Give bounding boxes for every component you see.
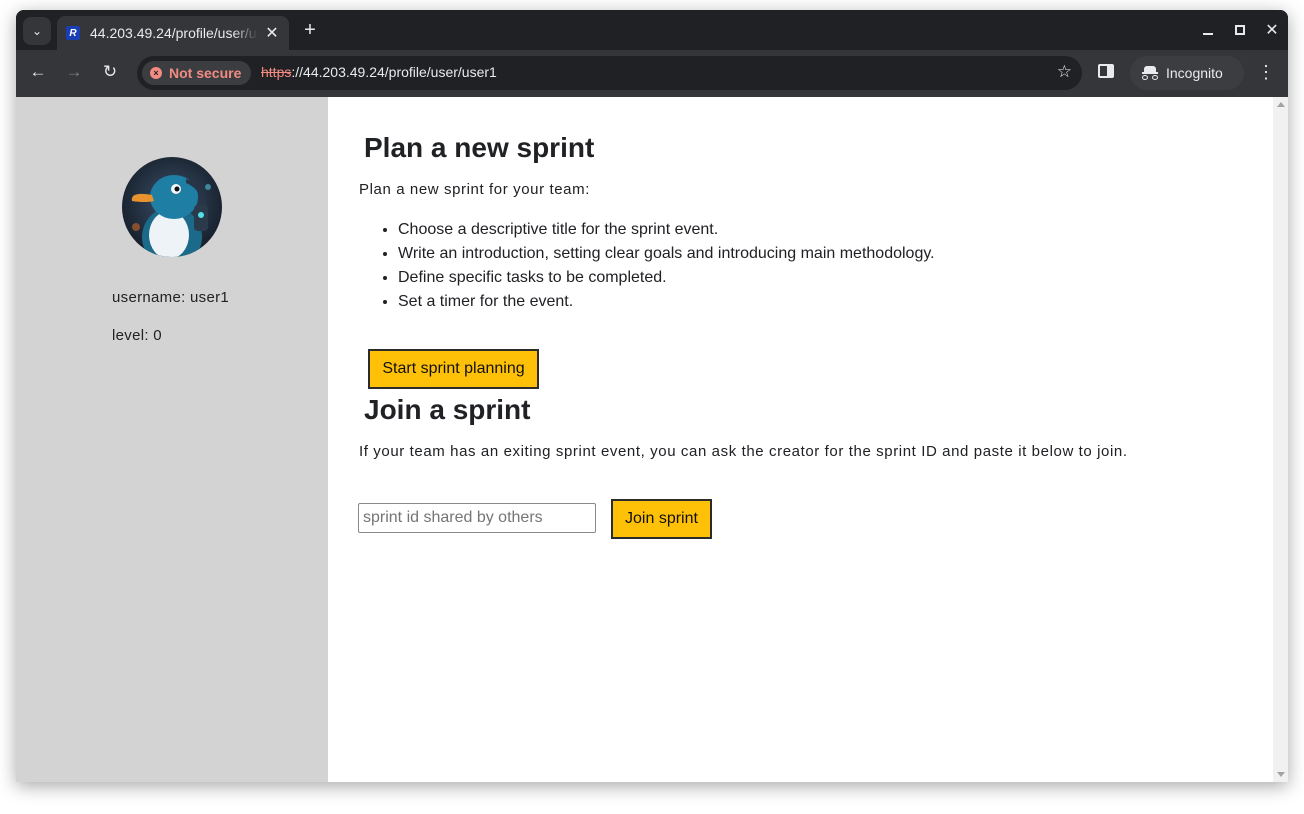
url-text[interactable]: https://44.203.49.24/profile/user/user1 bbox=[261, 64, 497, 80]
security-chip-label: Not secure bbox=[169, 65, 242, 81]
level-text: level: 0 bbox=[112, 327, 162, 344]
list-item: Set a timer for the event. bbox=[398, 290, 935, 314]
join-sprint-heading: Join a sprint bbox=[364, 394, 531, 425]
more-vert-icon: ⋮ bbox=[1257, 61, 1275, 82]
arrow-left-icon: ← bbox=[29, 62, 47, 81]
penguin-avatar-icon bbox=[122, 157, 222, 257]
vertical-scrollbar[interactable] bbox=[1273, 97, 1288, 782]
tab-search-button[interactable]: ⌄ bbox=[23, 17, 51, 45]
join-sprint-button[interactable]: Join sprint bbox=[611, 499, 712, 539]
new-tab-button[interactable]: + bbox=[298, 18, 322, 42]
close-tab-icon[interactable]: ✕ bbox=[263, 24, 281, 42]
plan-steps-list: Choose a descriptive title for the sprin… bbox=[398, 218, 935, 314]
forward-button[interactable]: → bbox=[62, 60, 86, 84]
maximize-button[interactable] bbox=[1228, 18, 1252, 42]
main-content: Plan a new sprint Plan a new sprint for … bbox=[358, 97, 1258, 782]
reload-icon: ↻ bbox=[102, 62, 118, 81]
browser-window: ⌄ R 44.203.49.24/profile/user/user1 ✕ + … bbox=[16, 10, 1288, 782]
tab-strip: ⌄ R 44.203.49.24/profile/user/user1 ✕ + … bbox=[16, 10, 1288, 50]
close-window-button[interactable]: ✕ bbox=[1260, 18, 1284, 42]
start-sprint-planning-button[interactable]: Start sprint planning bbox=[368, 349, 539, 389]
tab-title: 44.203.49.24/profile/user/user1 bbox=[90, 25, 258, 41]
browser-menu-button[interactable]: ⋮ bbox=[1256, 60, 1276, 84]
list-item: Choose a descriptive title for the sprin… bbox=[398, 218, 935, 242]
active-tab[interactable]: R 44.203.49.24/profile/user/user1 ✕ bbox=[57, 16, 289, 50]
scroll-down-arrow-icon[interactable] bbox=[1277, 772, 1285, 777]
sprint-id-input[interactable] bbox=[358, 503, 596, 533]
chevron-down-icon: ⌄ bbox=[31, 24, 43, 38]
maximize-icon bbox=[1235, 25, 1245, 35]
bookmark-star-icon[interactable]: ☆ bbox=[1057, 62, 1072, 82]
site-favicon-icon: R bbox=[66, 26, 80, 40]
reload-button[interactable]: ↻ bbox=[98, 60, 122, 84]
join-sprint-description: If your team has an exiting sprint event… bbox=[359, 443, 1128, 460]
side-panel-icon[interactable] bbox=[1098, 64, 1114, 78]
warning-icon: × bbox=[150, 67, 162, 79]
minimize-icon bbox=[1203, 33, 1213, 35]
username-text: username: user1 bbox=[112, 289, 230, 306]
url-path: ://44.203.49.24/profile/user/user1 bbox=[291, 64, 497, 80]
plus-icon: + bbox=[304, 18, 316, 41]
list-item: Define specific tasks to be completed. bbox=[398, 266, 935, 290]
minimize-button[interactable] bbox=[1196, 18, 1220, 42]
browser-toolbar: ← → ↻ × Not secure https://44.203.49.24/… bbox=[16, 50, 1288, 97]
security-chip[interactable]: × Not secure bbox=[142, 61, 252, 85]
arrow-right-icon: → bbox=[65, 62, 83, 81]
list-item: Write an introduction, setting clear goa… bbox=[398, 242, 935, 266]
incognito-badge[interactable]: Incognito bbox=[1130, 56, 1244, 90]
page-viewport: username: user1 level: 0 Plan a new spri… bbox=[16, 97, 1288, 782]
url-scheme: https bbox=[261, 64, 292, 80]
incognito-icon bbox=[1142, 66, 1158, 80]
plan-sprint-heading: Plan a new sprint bbox=[364, 132, 595, 163]
profile-sidebar: username: user1 level: 0 bbox=[16, 97, 328, 782]
back-button[interactable]: ← bbox=[26, 60, 50, 84]
plan-sprint-intro: Plan a new sprint for your team: bbox=[359, 181, 590, 198]
avatar bbox=[122, 157, 222, 257]
scroll-up-arrow-icon[interactable] bbox=[1277, 102, 1285, 107]
incognito-label: Incognito bbox=[1166, 65, 1223, 81]
address-bar[interactable]: × Not secure https://44.203.49.24/profil… bbox=[137, 56, 1082, 90]
close-icon: ✕ bbox=[1265, 22, 1279, 39]
